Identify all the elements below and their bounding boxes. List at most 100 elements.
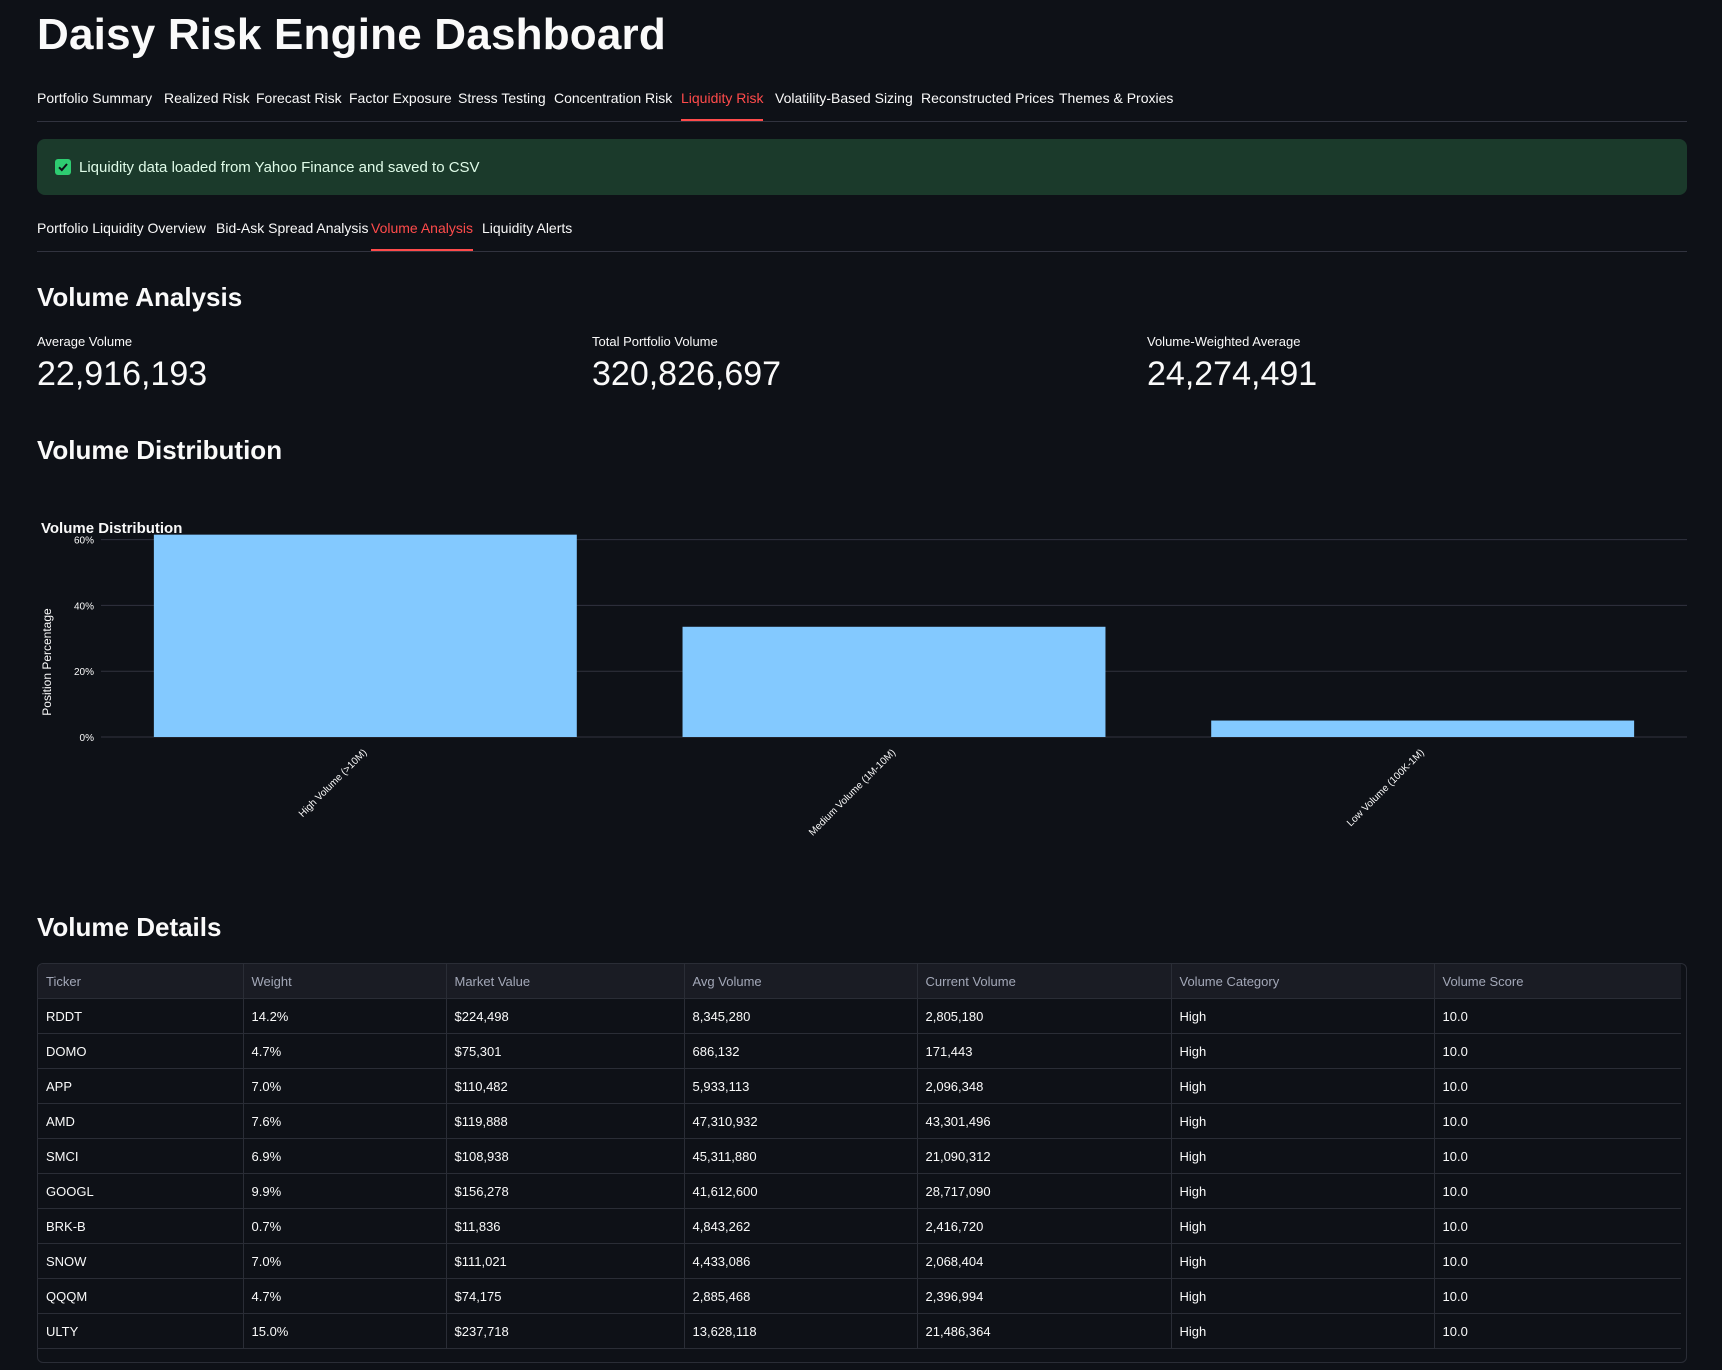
table-body: RDDT 14.2% $224,498 8,345,280 2,805,180 High 1… <box>38 998 1681 1349</box>
tab-portfolio-summary[interactable]: Portfolio Summary <box>37 90 152 121</box>
bar[interactable] <box>1211 720 1635 737</box>
bar[interactable] <box>682 626 1106 737</box>
table-cell: High <box>1171 1068 1435 1104</box>
tab-portfolio-liquidity-overview[interactable]: Portfolio Liquidity Overview <box>37 220 206 251</box>
table-cell: 10.0 <box>1434 1173 1681 1209</box>
volume-analysis-heading: Volume Analysis <box>37 282 243 312</box>
table-row[interactable]: ULTY 15.0% $237,718 13,628,118 21,486,364 Hig… <box>38 1313 1681 1349</box>
tab-realized-risk[interactable]: Realized Risk <box>164 90 250 121</box>
table-cell: SMCI <box>38 1138 244 1174</box>
column-header-market-value[interactable]: Market Value <box>446 964 685 999</box>
tab-liquidity-alerts[interactable]: Liquidity Alerts <box>482 220 572 251</box>
alert-text: Liquidity data loaded from Yahoo Finance… <box>79 158 480 176</box>
y-axis-label: Position Percentage <box>40 608 54 716</box>
table-cell: 10.0 <box>1434 1278 1681 1314</box>
table-cell: 7.6% <box>243 1103 447 1139</box>
y-tick-label: 40% <box>74 601 94 612</box>
tab-volatility-based-sizing[interactable]: Volatility-Based Sizing <box>775 90 913 121</box>
volume-distribution-heading: Volume Distribution <box>37 435 283 465</box>
table-cell: $11,836 <box>446 1208 685 1244</box>
table-cell: 10.0 <box>1434 998 1681 1034</box>
column-header-avg-volume[interactable]: Avg Volume <box>684 964 918 999</box>
table-cell: 4,433,086 <box>684 1243 918 1279</box>
tab-stress-testing[interactable]: Stress Testing <box>458 90 546 121</box>
volume-details-table[interactable]: Ticker Weight Market Value Avg Volume Cu… <box>37 963 1687 1363</box>
table-cell: 14.2% <box>243 998 447 1034</box>
table-cell: ULTY <box>38 1313 244 1349</box>
table-cell: 43,301,496 <box>917 1103 1172 1139</box>
volume-details-heading: Volume Details <box>37 912 222 942</box>
metric-average-volume: Average Volume 22,916,193 <box>37 334 207 394</box>
table-header-row: Ticker Weight Market Value Avg Volume Cu… <box>38 964 1681 999</box>
table-row[interactable]: RDDT 14.2% $224,498 8,345,280 2,805,180 High 1… <box>38 998 1681 1034</box>
table-cell: $119,888 <box>446 1103 685 1139</box>
x-tick-label: High Volume (>10M) <box>297 747 369 819</box>
table-row[interactable]: SNOW 7.0% $111,021 4,433,086 2,068,404 High 10… <box>38 1243 1681 1279</box>
metric-label: Average Volume <box>37 334 133 349</box>
bar[interactable] <box>153 534 577 737</box>
table-row[interactable]: AMD 7.6% $119,888 47,310,932 43,301,496 High 1… <box>38 1103 1681 1139</box>
table-cell: DOMO <box>38 1033 244 1069</box>
table-cell: 4.7% <box>243 1033 447 1069</box>
table-cell: $224,498 <box>446 998 685 1034</box>
column-header-current-volume[interactable]: Current Volume <box>917 964 1172 999</box>
column-header-ticker[interactable]: Ticker <box>38 964 244 999</box>
table-row[interactable]: APP 7.0% $110,482 5,933,113 2,096,348 High 10.… <box>38 1068 1681 1104</box>
table-row[interactable]: DOMO 4.7% $75,301 686,132 171,443 High 10.0 <box>38 1033 1681 1069</box>
column-header-volume-score[interactable]: Volume Score <box>1434 964 1681 999</box>
table-cell: 10.0 <box>1434 1208 1681 1244</box>
tab-factor-exposure[interactable]: Factor Exposure <box>349 90 452 121</box>
metric-volume-weighted-average: Volume-Weighted Average 24,274,491 <box>1147 334 1317 394</box>
table-cell: 45,311,880 <box>684 1138 918 1174</box>
table-cell: High <box>1171 998 1435 1034</box>
table-row[interactable]: BRK-B 0.7% $11,836 4,843,262 2,416,720 High 10… <box>38 1208 1681 1244</box>
table-row[interactable]: QQQM 4.7% $74,175 2,885,468 2,396,994 High 10.… <box>38 1278 1681 1314</box>
table-cell: 10.0 <box>1434 1033 1681 1069</box>
table-cell: 10.0 <box>1434 1313 1681 1349</box>
check-icon <box>55 159 71 175</box>
metric-value: 24,274,491 <box>1147 355 1318 393</box>
table-cell: 2,068,404 <box>917 1243 1172 1279</box>
tab-forecast-risk[interactable]: Forecast Risk <box>256 90 342 121</box>
y-tick-label: 20% <box>74 667 94 678</box>
metric-label: Volume-Weighted Average <box>1147 334 1301 349</box>
table-cell: 10.0 <box>1434 1103 1681 1139</box>
table-cell: 2,805,180 <box>917 998 1172 1034</box>
table-cell: 7.0% <box>243 1068 447 1104</box>
tab-liquidity-risk[interactable]: Liquidity Risk <box>681 90 764 121</box>
table-cell: 21,090,312 <box>917 1138 1172 1174</box>
table-cell: 15.0% <box>243 1313 447 1349</box>
table-cell: APP <box>38 1068 244 1104</box>
table-cell: 2,885,468 <box>684 1278 918 1314</box>
tab-volume-analysis[interactable]: Volume Analysis <box>371 220 473 251</box>
table-cell: RDDT <box>38 998 244 1034</box>
success-alert: Liquidity data loaded from Yahoo Finance… <box>37 139 1687 195</box>
table-cell: 6.9% <box>243 1138 447 1174</box>
table-cell: High <box>1171 1033 1435 1069</box>
table-cell: 10.0 <box>1434 1243 1681 1279</box>
table-row[interactable]: SMCI 6.9% $108,938 45,311,880 21,090,312 High… <box>38 1138 1681 1174</box>
table-cell: 10.0 <box>1434 1068 1681 1104</box>
y-tick-label: 60% <box>74 536 94 547</box>
table-cell: 8,345,280 <box>684 998 918 1034</box>
volume-distribution-chart: Volume Distribution Position Percentage … <box>37 505 1687 875</box>
metric-label: Total Portfolio Volume <box>592 334 718 349</box>
table-cell: BRK-B <box>38 1208 244 1244</box>
table-cell: AMD <box>38 1103 244 1139</box>
tab-themes-proxies[interactable]: Themes & Proxies <box>1059 90 1173 121</box>
table-cell: 171,443 <box>917 1033 1172 1069</box>
table-cell: $108,938 <box>446 1138 685 1174</box>
tab-reconstructed-prices[interactable]: Reconstructed Prices <box>921 90 1054 121</box>
table-cell: 41,612,600 <box>684 1173 918 1209</box>
table-row[interactable]: GOOGL 9.9% $156,278 41,612,600 28,717,090 Hig… <box>38 1173 1681 1209</box>
tab-concentration-risk[interactable]: Concentration Risk <box>554 90 672 121</box>
table-cell: 21,486,364 <box>917 1313 1172 1349</box>
tab-bid-ask-spread-analysis[interactable]: Bid-Ask Spread Analysis <box>216 220 369 251</box>
column-header-volume-category[interactable]: Volume Category <box>1171 964 1435 999</box>
table-cell: High <box>1171 1278 1435 1314</box>
table-cell: 4.7% <box>243 1278 447 1314</box>
table-cell: 2,416,720 <box>917 1208 1172 1244</box>
column-header-weight[interactable]: Weight <box>243 964 447 999</box>
table-cell: High <box>1171 1103 1435 1139</box>
bar-layer <box>153 534 1635 737</box>
